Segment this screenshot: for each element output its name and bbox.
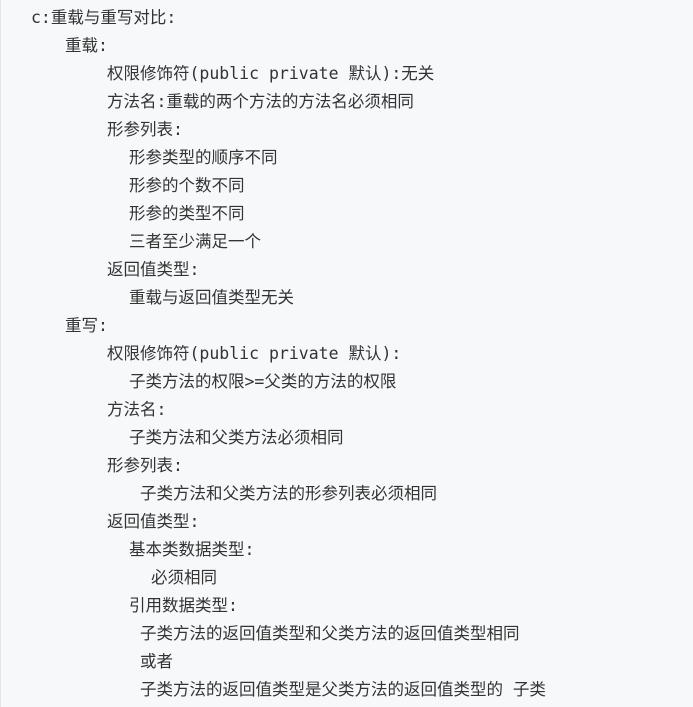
code-line: 子类方法的权限>=父类的方法的权限: [129, 372, 397, 391]
code-line: 方法名:: [107, 400, 167, 419]
code-block: c:重载与重写对比: 重载: 权限修饰符(public private 默认):…: [0, 0, 693, 707]
code-line: 子类方法的返回值类型是父类方法的返回值类型的 子类: [140, 680, 546, 699]
code-line: 子类方法和父类方法必须相同: [129, 428, 344, 447]
code-line: 形参列表:: [107, 120, 183, 139]
code-line: 方法名:重载的两个方法的方法名必须相同: [107, 92, 414, 111]
code-line: 三者至少满足一个: [129, 232, 261, 251]
code-line: 基本类数据类型:: [129, 540, 255, 559]
code-line: 子类方法和父类方法的形参列表必须相同: [140, 484, 437, 503]
code-line-overload-heading: 重载:: [65, 36, 108, 55]
code-line: 返回值类型:: [107, 512, 200, 531]
code-line: 形参列表:: [107, 456, 183, 475]
code-line: 引用数据类型:: [129, 596, 238, 615]
code-line: 子类方法的返回值类型和父类方法的返回值类型相同: [140, 624, 520, 643]
code-line: 返回值类型:: [107, 260, 200, 279]
code-line: 权限修饰符(public private 默认):: [107, 344, 402, 363]
code-line: 形参的个数不同: [129, 176, 245, 195]
code-line-override-heading: 重写:: [65, 316, 108, 335]
code-line: 或者: [140, 652, 173, 671]
code-line: 必须相同: [151, 568, 217, 587]
code-line: 形参的类型不同: [129, 204, 245, 223]
code-line-title: c:重载与重写对比:: [31, 8, 177, 27]
code-line: 权限修饰符(public private 默认):无关: [107, 64, 435, 83]
code-line: 形参类型的顺序不同: [129, 148, 278, 167]
code-line: 重载与返回值类型无关: [129, 288, 294, 307]
